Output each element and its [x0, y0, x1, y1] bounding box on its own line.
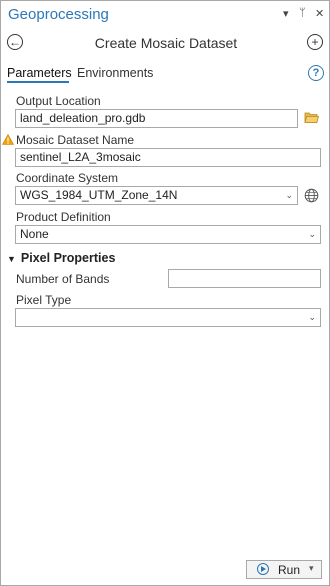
- plus-icon: +: [311, 35, 319, 49]
- tab-active-underline: [7, 81, 69, 83]
- add-button[interactable]: +: [307, 34, 323, 50]
- tool-title: Create Mosaic Dataset: [94, 35, 238, 51]
- pane-menu-icon[interactable]: ▾: [283, 7, 289, 20]
- pane-title: Geoprocessing: [8, 6, 109, 23]
- output-location-label: Output Location: [16, 94, 101, 108]
- run-label: Run: [278, 563, 301, 577]
- coordinate-system-value: WGS_1984_UTM_Zone_14N: [20, 188, 178, 202]
- product-definition-label: Product Definition: [16, 210, 111, 224]
- play-icon: [257, 563, 269, 575]
- folder-icon[interactable]: [304, 111, 319, 124]
- chevron-down-icon: ⌄: [308, 229, 316, 239]
- close-icon[interactable]: ✕: [315, 7, 324, 20]
- tab-environments[interactable]: Environments: [77, 66, 153, 80]
- output-location-field[interactable]: land_deleation_pro.gdb: [15, 109, 298, 128]
- product-definition-value: None: [20, 227, 49, 241]
- chevron-down-icon: ▼: [7, 254, 16, 264]
- coordinate-system-select[interactable]: WGS_1984_UTM_Zone_14N ⌄: [15, 186, 298, 205]
- help-icon[interactable]: ?: [308, 65, 324, 81]
- run-button[interactable]: Run ▾: [246, 560, 322, 579]
- globe-icon[interactable]: [304, 188, 319, 203]
- chevron-down-icon: ⌄: [285, 190, 293, 200]
- pixel-type-label: Pixel Type: [16, 293, 72, 307]
- number-of-bands-label: Number of Bands: [16, 272, 110, 286]
- coordinate-system-label: Coordinate System: [16, 171, 119, 185]
- run-dropdown-icon[interactable]: ▾: [309, 563, 314, 574]
- pixel-type-select[interactable]: ⌄: [15, 308, 321, 327]
- mosaic-name-label: Mosaic Dataset Name: [16, 133, 135, 147]
- number-of-bands-field[interactable]: [168, 269, 321, 288]
- chevron-down-icon: ⌄: [308, 312, 316, 322]
- pixel-properties-header[interactable]: ▼ Pixel Properties: [7, 251, 115, 265]
- pixel-properties-title: Pixel Properties: [20, 251, 116, 265]
- pin-icon[interactable]: ᛘ: [299, 7, 306, 19]
- mosaic-name-field[interactable]: sentinel_L2A_3mosaic: [15, 148, 321, 167]
- warning-icon: [2, 134, 14, 145]
- tab-parameters[interactable]: Parameters: [7, 66, 72, 80]
- product-definition-select[interactable]: None ⌄: [15, 225, 321, 244]
- geoprocessing-pane: Geoprocessing ▾ ᛘ ✕ ← Create Mosaic Data…: [0, 0, 330, 586]
